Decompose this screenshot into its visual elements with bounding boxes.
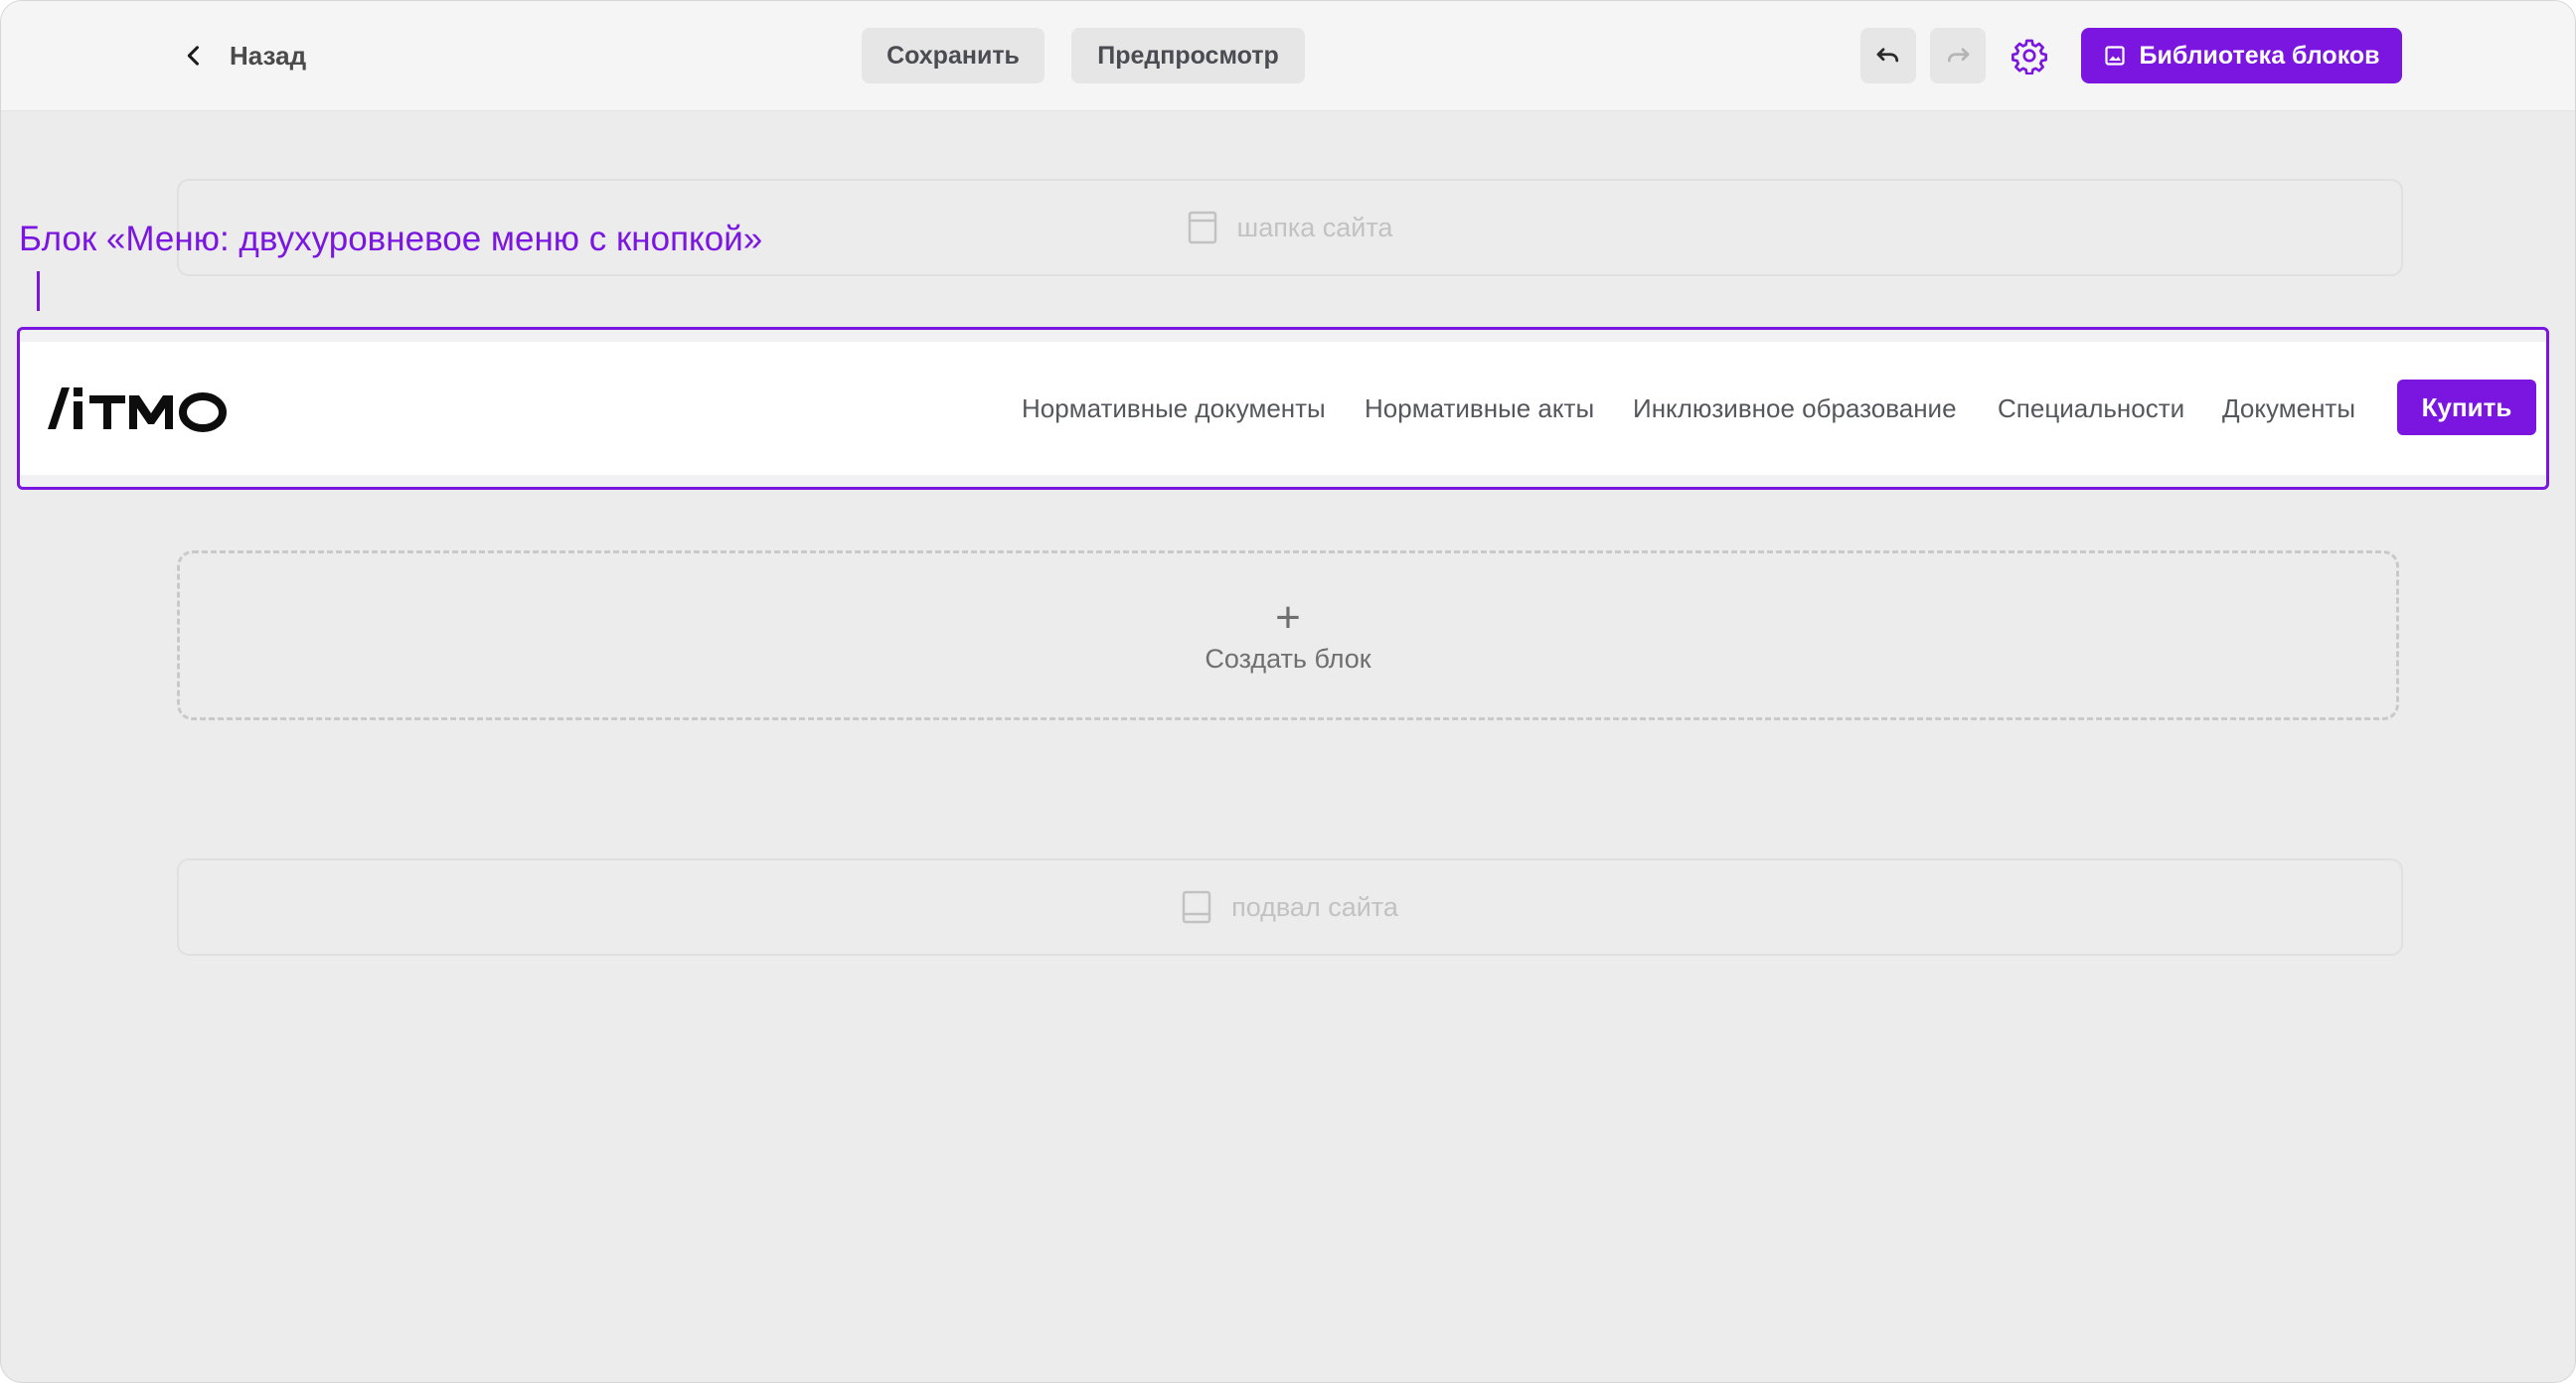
annotation-pointer bbox=[37, 271, 40, 311]
preview-button[interactable]: Предпросмотр bbox=[1071, 28, 1305, 83]
menu-item-normative-documents[interactable]: Нормативные документы bbox=[1022, 342, 1326, 475]
itmo-logo bbox=[48, 387, 227, 432]
redo-button[interactable] bbox=[1930, 28, 1986, 83]
plus-icon: + bbox=[1275, 593, 1301, 642]
header-layout-icon bbox=[1188, 211, 1216, 244]
top-toolbar: Назад Сохранить Предпросмотр Библиотека … bbox=[1, 1, 2575, 111]
footer-layout-icon bbox=[1182, 890, 1211, 924]
site-footer-slot[interactable]: подвал сайта bbox=[177, 858, 2403, 956]
footer-slot-label: подвал сайта bbox=[1231, 891, 1398, 922]
block-annotation: Блок «Меню: двухуровневое меню с кнопкой… bbox=[19, 220, 763, 258]
settings-button[interactable] bbox=[2005, 31, 2054, 80]
editor-window: Назад Сохранить Предпросмотр Библиотека … bbox=[0, 0, 2576, 1383]
block-library-button[interactable]: Библиотека блоков bbox=[2081, 28, 2402, 83]
buy-button[interactable]: Купить bbox=[2397, 380, 2536, 435]
create-block-button[interactable]: + Создать блок bbox=[177, 550, 2399, 720]
menu-item-documents[interactable]: Документы bbox=[2222, 342, 2355, 475]
image-icon bbox=[2105, 46, 2126, 66]
menu-item-normative-acts[interactable]: Нормативные акты bbox=[1365, 342, 1594, 475]
undo-button[interactable] bbox=[1860, 28, 1916, 83]
back-label: Назад bbox=[230, 40, 307, 71]
create-block-label: Создать блок bbox=[1205, 644, 1371, 674]
menu-block-content: Нормативные документы Нормативные акты И… bbox=[20, 342, 2546, 475]
undo-icon bbox=[1876, 48, 1899, 63]
menu-block[interactable]: Нормативные документы Нормативные акты И… bbox=[17, 327, 2549, 490]
block-library-label: Библиотека блоков bbox=[2139, 41, 2380, 70]
chevron-left-icon bbox=[187, 46, 200, 66]
save-button[interactable]: Сохранить bbox=[862, 28, 1045, 83]
menu-item-inclusive-education[interactable]: Инклюзивное образование bbox=[1633, 342, 1957, 475]
redo-icon bbox=[1947, 48, 1970, 63]
back-button[interactable]: Назад bbox=[180, 31, 306, 80]
header-slot-label: шапка сайта bbox=[1236, 212, 1393, 242]
gear-icon bbox=[2012, 39, 2047, 75]
menu-item-specialties[interactable]: Специальности bbox=[1998, 342, 2184, 475]
